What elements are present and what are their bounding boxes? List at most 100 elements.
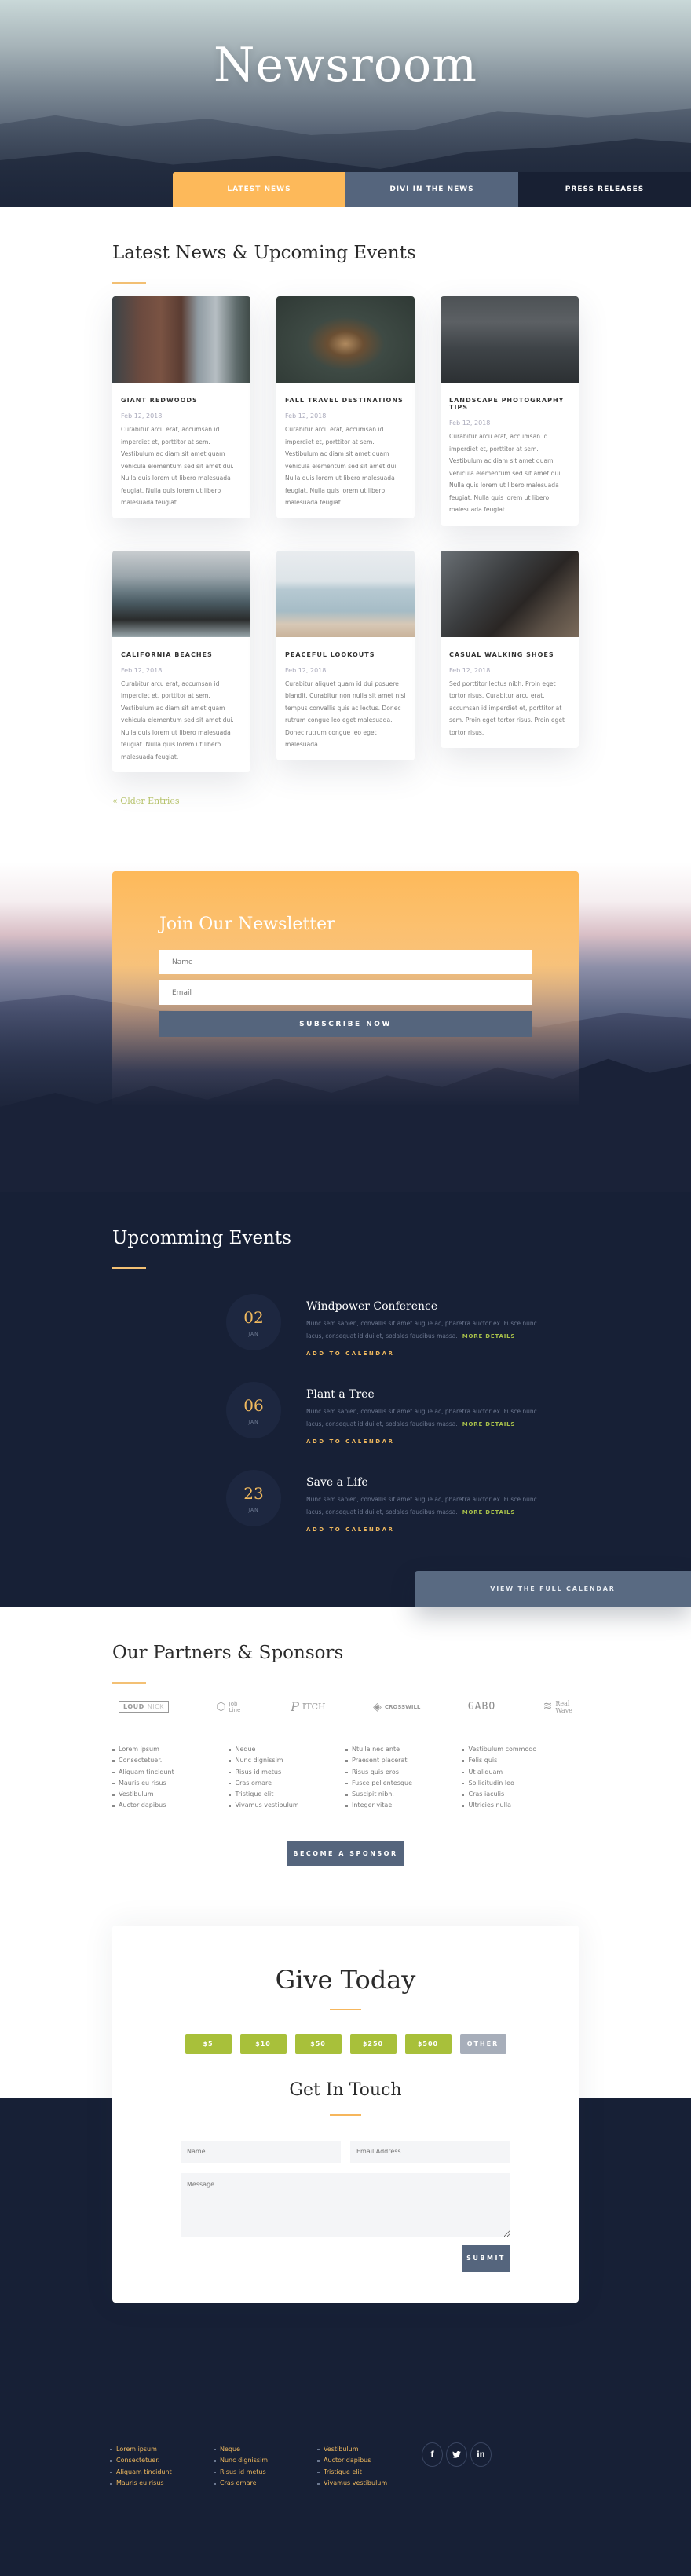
footer-link[interactable]: Lorem ipsum <box>110 2444 214 2455</box>
submit-button[interactable]: SUBMIT <box>462 2244 510 2272</box>
page-title: Newsroom <box>214 38 477 93</box>
news-section: Latest News & Upcoming Events GIANT REDW… <box>0 207 691 838</box>
post-card[interactable]: GIANT REDWOODS Feb 12, 2018 Curabitur ar… <box>112 296 250 518</box>
footer-link[interactable]: Nunc dignissim <box>214 2455 317 2466</box>
list-item: Ultricies nulla <box>462 1800 579 1811</box>
logo-pitch: P ITCH <box>291 1699 326 1714</box>
list-item: Risus id metus <box>229 1767 346 1778</box>
footer-list: Vestibulum Auctor dapibus Tristique elit… <box>317 2444 421 2490</box>
list-item: Aliquam tincidunt <box>112 1767 229 1778</box>
post-image-landscape[interactable] <box>441 296 579 383</box>
add-to-calendar-link[interactable]: ADD TO CALENDAR <box>306 1526 394 1533</box>
donate-250-button[interactable]: $250 <box>349 2033 397 2054</box>
post-image-pinecone[interactable] <box>276 296 415 383</box>
footer-link[interactable]: Cras ornare <box>214 2478 317 2489</box>
donate-5-button[interactable]: $5 <box>185 2033 232 2054</box>
post-title[interactable]: CALIFORNIA BEACHES <box>121 651 242 658</box>
event-item: 23 JAN Save a Life Nunc sem sapien, conv… <box>226 1470 579 1534</box>
become-sponsor-button[interactable]: BECOME A SPONSOR <box>287 1841 404 1866</box>
more-details-link[interactable]: MORE DETAILS <box>462 1509 515 1515</box>
post-title[interactable]: LANDSCAPE PHOTOGRAPHY TIPS <box>449 397 570 411</box>
contact-heading: Get In Touch <box>289 2079 402 2100</box>
list-item: Tristique elit <box>229 1789 346 1800</box>
post-title[interactable]: FALL TRAVEL DESTINATIONS <box>285 397 406 404</box>
contact-name-input[interactable] <box>181 2140 341 2163</box>
footer-link[interactable]: Aliquam tincidunt <box>110 2467 214 2478</box>
footer-link[interactable]: Auctor dapibus <box>317 2455 421 2466</box>
footer-link[interactable]: Vivamus vestibulum <box>317 2478 421 2489</box>
post-image-beach[interactable] <box>112 550 250 637</box>
post-title[interactable]: PEACEFUL LOOKOUTS <box>285 651 406 658</box>
logo-realwave: ≋ Real Wave <box>543 1699 572 1714</box>
footer-link[interactable]: Neque <box>214 2444 317 2455</box>
twitter-bird-glyph <box>452 2450 461 2458</box>
partners-section: Our Partners & Sponsors LOUD NICK ⬡ Job Li… <box>0 1607 691 1910</box>
list-item: Integer vitae <box>346 1800 462 1811</box>
post-excerpt: Curabitur arcu erat, accumsan id imperdi… <box>449 433 562 513</box>
wave-icon: ≋ <box>543 1700 553 1713</box>
post-image-pier[interactable] <box>276 550 415 637</box>
post-card[interactable]: PEACEFUL LOOKOUTS Feb 12, 2018 Curabitur… <box>276 550 415 760</box>
list-item: Cras iaculis <box>462 1789 579 1800</box>
footer-list: Neque Nunc dignissim Risus id metus Cras… <box>214 2444 317 2490</box>
give-section: Give Today $5 $10 $50 $250 $500 OTHER Ge… <box>0 1909 691 2413</box>
list-item: Neque <box>229 1744 346 1755</box>
post-card[interactable]: LANDSCAPE PHOTOGRAPHY TIPS Feb 12, 2018 … <box>441 296 579 526</box>
post-title[interactable]: GIANT REDWOODS <box>121 397 242 404</box>
post-date: Feb 12, 2018 <box>121 666 163 674</box>
twitter-icon[interactable] <box>446 2442 467 2467</box>
linkedin-icon[interactable]: in <box>470 2442 492 2467</box>
newsletter-email-input[interactable] <box>159 980 532 1005</box>
list-item: Risus quis eros <box>346 1767 462 1778</box>
donate-10-button[interactable]: $10 <box>239 2033 287 2054</box>
post-excerpt: Curabitur arcu erat, accumsan id imperdi… <box>121 680 234 760</box>
donate-50-button[interactable]: $50 <box>294 2033 342 2054</box>
post-image-shore[interactable] <box>441 550 579 637</box>
subscribe-button[interactable]: SUBSCRIBE NOW <box>159 1011 532 1037</box>
contact-email-input[interactable] <box>350 2140 510 2163</box>
event-day: 23 <box>243 1483 264 1503</box>
list-item: Lorem ipsum <box>112 1744 229 1755</box>
older-entries-link[interactable]: « Older Entries <box>112 796 180 806</box>
post-grid: GIANT REDWOODS Feb 12, 2018 Curabitur ar… <box>112 296 579 772</box>
heading-divider <box>330 2008 361 2010</box>
list-item: Mauris eu risus <box>112 1778 229 1789</box>
donate-500-button[interactable]: $500 <box>404 2033 452 2054</box>
tab-latest-news[interactable]: LATEST NEWS <box>173 172 346 207</box>
list-item: Ntulla nec ante <box>346 1744 462 1755</box>
hero-section: Newsroom LATEST NEWS DIVI IN THE NEWS PR… <box>0 0 691 207</box>
newsletter-name-input[interactable] <box>159 950 532 974</box>
add-to-calendar-link[interactable]: ADD TO CALENDAR <box>306 1438 394 1445</box>
list-item: Vestibulum commodo <box>462 1744 579 1755</box>
footer-link[interactable]: Consectetuer. <box>110 2455 214 2466</box>
heading-divider <box>112 1267 146 1269</box>
footer-link[interactable]: Vestibulum <box>317 2444 421 2455</box>
more-details-link[interactable]: MORE DETAILS <box>462 1421 515 1427</box>
more-details-link[interactable]: MORE DETAILS <box>462 1333 515 1339</box>
footer: Lorem ipsum Consectetuer. Aliquam tincid… <box>0 2412 691 2576</box>
footer-link[interactable]: Mauris eu risus <box>110 2478 214 2489</box>
post-image-redwoods[interactable] <box>112 296 250 383</box>
post-card[interactable]: CALIFORNIA BEACHES Feb 12, 2018 Curabitu… <box>112 550 250 772</box>
footer-link[interactable]: Tristique elit <box>317 2467 421 2478</box>
tab-divi-in-the-news[interactable]: DIVI IN THE NEWS <box>346 172 518 207</box>
logo-loudnick: LOUD NICK <box>119 1701 169 1713</box>
list-item: Vivamus vestibulum <box>229 1800 346 1811</box>
list-item: Sollicitudin leo <box>462 1778 579 1789</box>
list-item: Fusce pellentesque <box>346 1778 462 1789</box>
list-item: Nunc dignissim <box>229 1755 346 1766</box>
contact-message-input[interactable] <box>181 2172 510 2237</box>
list-item: Suscipit nibh. <box>346 1789 462 1800</box>
tab-press-releases[interactable]: PRESS RELEASES <box>518 172 691 207</box>
view-full-calendar-button[interactable]: VIEW THE FULL CALENDAR <box>415 1571 691 1607</box>
newsletter-section: Join Our Newsletter SUBSCRIBE NOW <box>0 862 691 1192</box>
add-to-calendar-link[interactable]: ADD TO CALENDAR <box>306 1350 394 1357</box>
post-title[interactable]: CASUAL WALKING SHOES <box>449 651 570 658</box>
footer-link[interactable]: Risus id metus <box>214 2467 317 2478</box>
post-card[interactable]: FALL TRAVEL DESTINATIONS Feb 12, 2018 Cu… <box>276 296 415 518</box>
donate-other-button[interactable]: OTHER <box>459 2033 506 2054</box>
post-card[interactable]: CASUAL WALKING SHOES Feb 12, 2018 Sed po… <box>441 550 579 748</box>
event-day: 06 <box>243 1395 264 1415</box>
newsletter-box: Join Our Newsletter SUBSCRIBE NOW <box>112 871 579 1107</box>
facebook-icon[interactable]: f <box>422 2442 443 2467</box>
